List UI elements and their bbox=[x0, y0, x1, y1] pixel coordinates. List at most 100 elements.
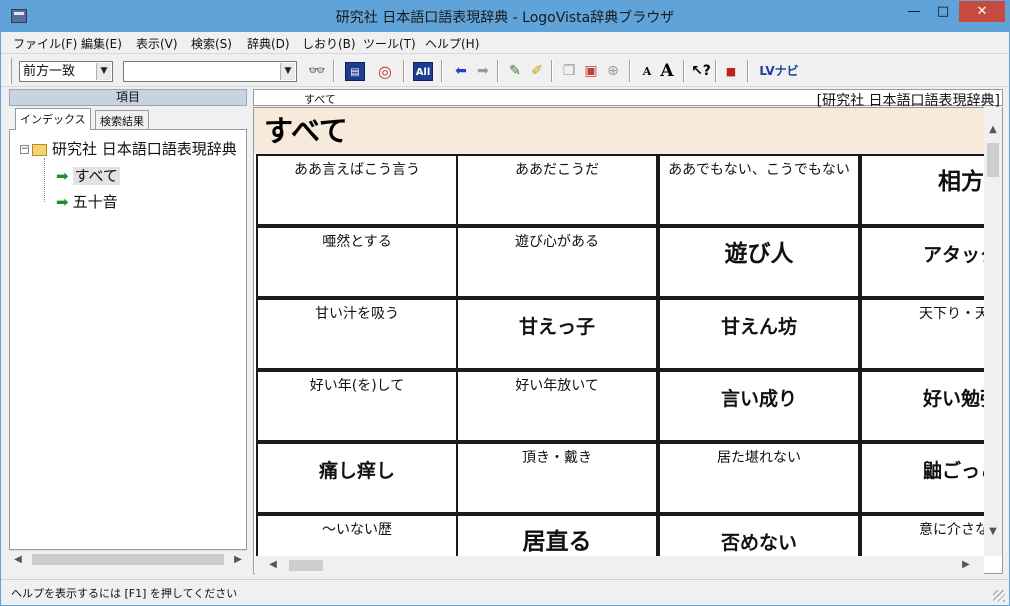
tree-item-gojuon[interactable]: ➡ 五十音 bbox=[56, 191, 118, 212]
copy-icon[interactable]: ❐ bbox=[559, 62, 579, 81]
entry-cell[interactable]: 甘えん坊 bbox=[658, 298, 860, 370]
collapse-icon[interactable]: − bbox=[20, 145, 29, 154]
arrow-right-icon: ➡ bbox=[56, 167, 69, 185]
entry-headword: 好い勉強 bbox=[922, 388, 985, 410]
menu-view-icon[interactable]: ▤ bbox=[345, 62, 365, 81]
entry-headword: 甘い汁を吸う bbox=[315, 306, 399, 322]
close-button[interactable]: ✕ bbox=[959, 1, 1005, 22]
entry-cell[interactable]: 天下り・天下 bbox=[860, 298, 985, 370]
scroll-up-icon[interactable]: ▲ bbox=[985, 121, 1001, 138]
entry-cell[interactable]: 好い勉強 bbox=[860, 370, 985, 442]
menu-edit[interactable]: 編集(E) bbox=[81, 35, 122, 52]
entry-headword: 天下り・天下 bbox=[919, 306, 985, 322]
entry-cell[interactable]: 居直る bbox=[456, 514, 658, 557]
left-horizontal-scrollbar[interactable]: ◀ ▶ bbox=[10, 550, 246, 567]
menu-tools[interactable]: ツール(T) bbox=[363, 35, 416, 52]
entry-headword: 〜いない歴 bbox=[322, 522, 392, 538]
entry-cell[interactable]: ああ言えばこう言う bbox=[256, 154, 458, 226]
lv-navi-button[interactable]: LVナビ bbox=[757, 62, 801, 81]
entry-headword: 否めない bbox=[720, 532, 797, 554]
entry-cell[interactable]: 否めない bbox=[658, 514, 860, 557]
toolbar-separator bbox=[683, 60, 685, 82]
palette-icon[interactable]: ◎ bbox=[375, 62, 395, 81]
tree-root[interactable]: − 研究社 日本語口語表現辞典 bbox=[20, 138, 237, 159]
entry-cell[interactable]: 遊び心がある bbox=[456, 226, 658, 298]
scroll-thumb[interactable] bbox=[32, 554, 224, 565]
menu-file[interactable]: ファイル(F) bbox=[13, 35, 77, 52]
entry-cell[interactable]: ああでもない、こうでもない bbox=[658, 154, 860, 226]
entry-headword: 遊び人 bbox=[724, 241, 794, 267]
menu-dictionary[interactable]: 辞典(D) bbox=[247, 35, 290, 52]
font-larger-button[interactable]: A bbox=[657, 62, 677, 81]
menu-bookmark[interactable]: しおり(B) bbox=[302, 35, 356, 52]
entry-cell[interactable]: 鼬ごっこ bbox=[860, 442, 985, 514]
entry-grid: ああ言えばこう言う ああだこうだ ああでもない、こうでもない 相方唖然とする 遊び心があ… bbox=[256, 154, 985, 557]
entry-headword: 痛し痒し bbox=[318, 460, 395, 482]
entry-headword: 鼬ごっこ bbox=[922, 460, 985, 482]
menu-search[interactable]: 検索(S) bbox=[191, 35, 232, 52]
menu-bar: ファイル(F) 編集(E) 表示(V) 検索(S) 辞典(D) しおり(B) ツ… bbox=[1, 32, 1009, 53]
search-input[interactable]: ▼ bbox=[123, 61, 297, 82]
entry-headword: 居直る bbox=[522, 529, 592, 555]
entry-cell[interactable]: 言い成り bbox=[658, 370, 860, 442]
search-mode-select[interactable]: 前方一致 ▼ bbox=[19, 61, 113, 82]
font-smaller-button[interactable]: A bbox=[637, 62, 657, 81]
entry-cell[interactable]: 遊び人 bbox=[658, 226, 860, 298]
chevron-down-icon[interactable]: ▼ bbox=[280, 63, 295, 80]
entry-cell[interactable]: 好い年放いて bbox=[456, 370, 658, 442]
entry-headword: 遊び心がある bbox=[515, 234, 599, 250]
chevron-down-icon[interactable]: ▼ bbox=[96, 63, 111, 80]
toolbar-grip[interactable] bbox=[9, 58, 12, 84]
tab-index[interactable]: インデックス bbox=[15, 108, 91, 130]
scroll-right-icon[interactable]: ▶ bbox=[958, 556, 974, 573]
entry-headword: 甘えん坊 bbox=[720, 316, 797, 338]
toolbar-separator bbox=[715, 60, 717, 82]
scroll-left-icon[interactable]: ◀ bbox=[265, 556, 281, 573]
lock-icon[interactable]: ■ bbox=[721, 62, 741, 81]
scroll-down-icon[interactable]: ▼ bbox=[985, 523, 1001, 540]
entry-headword: 甘えっ子 bbox=[518, 316, 595, 338]
entry-cell[interactable]: 頂き・戴き bbox=[456, 442, 658, 514]
app-window: 研究社 日本語口語表現辞典 - LogoVista辞典ブラウザ — □ ✕ ファ… bbox=[0, 0, 1010, 606]
entry-cell[interactable]: アタック bbox=[860, 226, 985, 298]
arrow-right-icon: ➡ bbox=[56, 193, 69, 211]
scroll-thumb[interactable] bbox=[289, 560, 323, 571]
entry-cell[interactable]: ああだこうだ bbox=[456, 154, 658, 226]
scroll-left-icon[interactable]: ◀ bbox=[10, 551, 26, 568]
resize-grip-icon[interactable] bbox=[993, 590, 1005, 602]
binoculars-icon[interactable]: 👓 bbox=[307, 62, 327, 81]
tree-connector bbox=[44, 158, 45, 202]
toolbar-separator bbox=[333, 60, 335, 82]
entry-cell[interactable]: 居た堪れない bbox=[658, 442, 860, 514]
highlighter-icon[interactable]: ✐ bbox=[527, 62, 547, 81]
scroll-thumb[interactable] bbox=[987, 143, 999, 177]
context-help-icon[interactable]: ↖? bbox=[691, 62, 711, 81]
image-edit-icon[interactable]: ▣ bbox=[581, 62, 601, 81]
tab-search-results[interactable]: 検索結果 bbox=[95, 110, 149, 130]
entry-cell[interactable]: 相方 bbox=[860, 154, 985, 226]
entry-cell[interactable]: 唖然とする bbox=[256, 226, 458, 298]
entry-cell[interactable]: 好い年(を)して bbox=[256, 370, 458, 442]
tree-item-label: 五十音 bbox=[72, 193, 118, 211]
menu-view[interactable]: 表示(V) bbox=[136, 35, 178, 52]
content-header-bar: すべて [研究社 日本語口語表現辞典] bbox=[253, 89, 1003, 109]
maximize-button[interactable]: □ bbox=[929, 1, 957, 22]
back-arrow-icon[interactable]: ⬅ bbox=[451, 62, 471, 81]
menu-help[interactable]: ヘルプ(H) bbox=[425, 35, 479, 52]
status-text: ヘルプを表示するには [F1] を押してください bbox=[11, 587, 238, 600]
entry-cell[interactable]: 〜いない歴 bbox=[256, 514, 458, 557]
minimize-button[interactable]: — bbox=[899, 1, 929, 22]
zoom-icon[interactable]: ⊕ bbox=[603, 62, 623, 81]
scroll-right-icon[interactable]: ▶ bbox=[230, 551, 246, 568]
tree-item-all[interactable]: ➡ すべて bbox=[56, 165, 120, 186]
entry-cell[interactable]: 意に介さない bbox=[860, 514, 985, 557]
all-dictionaries-button[interactable]: All bbox=[413, 62, 433, 81]
entry-cell[interactable]: 痛し痒し bbox=[256, 442, 458, 514]
entry-cell[interactable]: 甘えっ子 bbox=[456, 298, 658, 370]
pen-icon[interactable]: ✎ bbox=[505, 62, 525, 81]
forward-arrow-icon[interactable]: ➡ bbox=[473, 62, 493, 81]
vertical-scrollbar[interactable]: ▲ ▼ bbox=[984, 107, 1002, 556]
horizontal-scrollbar[interactable]: ◀ ▶ bbox=[255, 556, 984, 574]
entry-cell[interactable]: 甘い汁を吸う bbox=[256, 298, 458, 370]
folder-icon bbox=[32, 143, 47, 156]
